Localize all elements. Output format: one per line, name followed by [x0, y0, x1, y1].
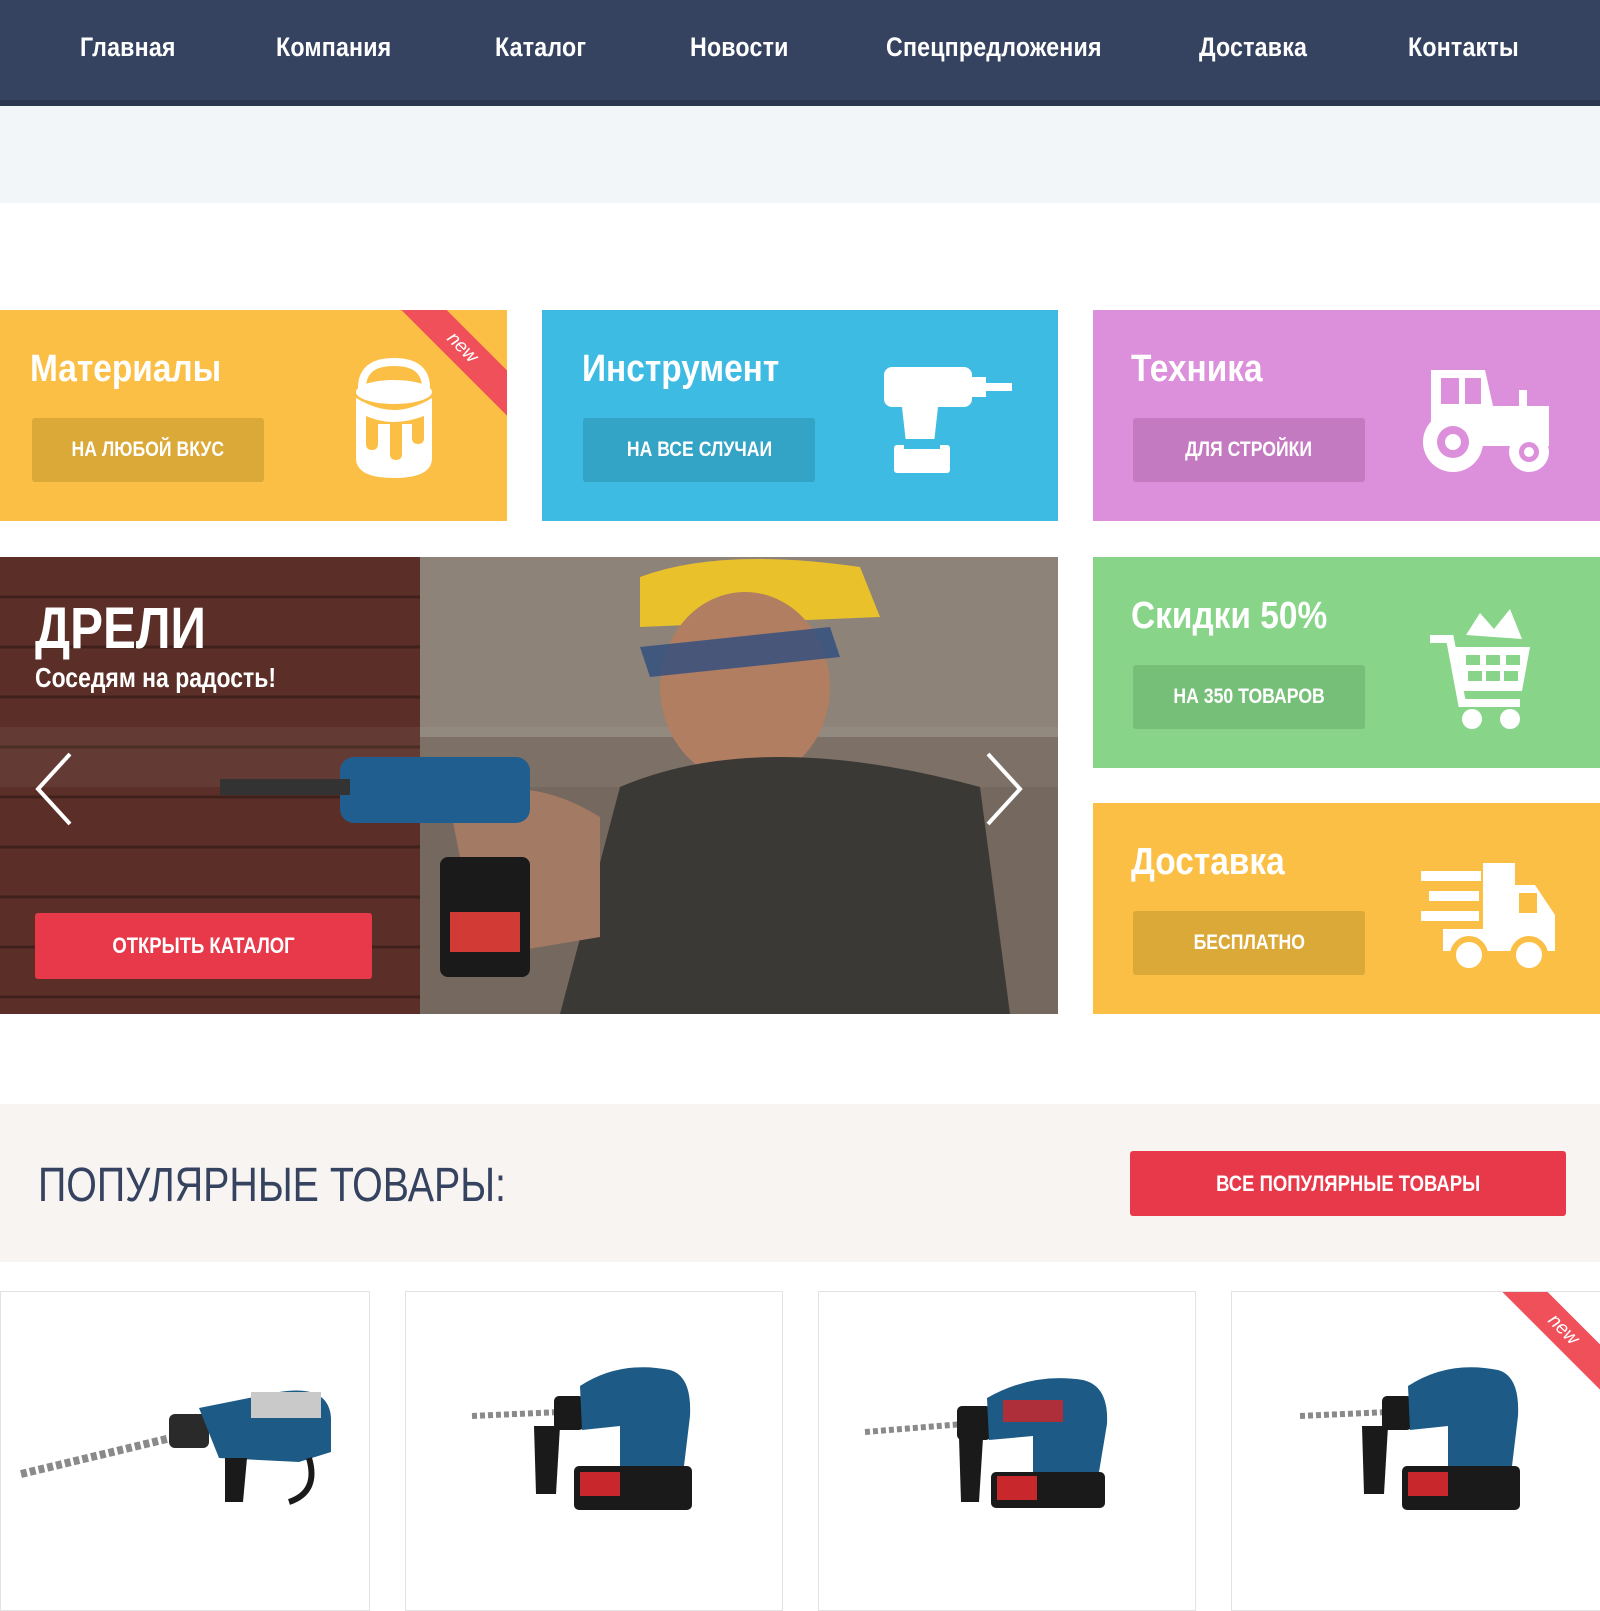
cordless-hammer-icon: [471, 1367, 692, 1510]
slider-next-arrow-icon[interactable]: [984, 752, 1024, 826]
nav-item-delivery[interactable]: Доставка: [1199, 32, 1307, 63]
open-catalog-button[interactable]: ОТКРЫТЬ КАТАЛОГ: [35, 913, 372, 979]
cordless-hammer-icon: [1299, 1367, 1520, 1510]
drill-icon: [884, 367, 1012, 473]
hero-title: ДРЕЛИ: [35, 596, 206, 661]
nav-item-news[interactable]: Новости: [690, 32, 789, 63]
tile-materials[interactable]: Материалы На любой вкус new: [0, 310, 507, 521]
truck-icon: [1421, 863, 1555, 973]
tile-materials-button[interactable]: На любой вкус: [32, 418, 264, 482]
tile-delivery[interactable]: Доставка Бесплатно: [1093, 803, 1600, 1014]
product-card[interactable]: [818, 1291, 1196, 1611]
hero-subtitle: Соседям на радость!: [35, 662, 277, 693]
tile-title: Скидки 50%: [1131, 595, 1328, 637]
cordless-hammer-icon: [864, 1378, 1108, 1508]
tractor-icon: [1423, 370, 1549, 472]
tile-title: Инструмент: [582, 348, 780, 390]
slider-prev-arrow-icon[interactable]: [34, 752, 74, 826]
top-navigation: Главная Компания Каталог Новости Спецпре…: [0, 0, 1600, 106]
rotary-hammer-icon: [20, 1390, 331, 1505]
tile-discounts[interactable]: Скидки 50% На 350 товаров: [1093, 557, 1600, 768]
nav-item-catalog[interactable]: Каталог: [495, 32, 586, 63]
new-badge: new: [1498, 1292, 1600, 1402]
product-card[interactable]: [0, 1291, 370, 1611]
nav-item-company[interactable]: Компания: [276, 32, 391, 63]
product-card[interactable]: new: [1231, 1291, 1600, 1611]
all-popular-button[interactable]: ВСЕ ПОПУЛЯРНЫЕ ТОВАРЫ: [1130, 1151, 1566, 1216]
popular-title: ПОПУЛЯРНЫЕ ТОВАРЫ:: [38, 1159, 506, 1212]
cart-icon: [1430, 609, 1530, 729]
new-badge: new: [397, 310, 507, 420]
tile-title: Доставка: [1131, 841, 1285, 883]
tile-title: Материалы: [30, 348, 222, 390]
tile-machinery-button[interactable]: Для стройки: [1133, 418, 1365, 482]
nav-item-home[interactable]: Главная: [80, 32, 176, 63]
nav-item-contacts[interactable]: Контакты: [1408, 32, 1519, 63]
hero-slider: ДРЕЛИ Соседям на радость! ОТКРЫТЬ КАТАЛО…: [0, 557, 1058, 1014]
product-card[interactable]: [405, 1291, 783, 1611]
tile-tools-button[interactable]: На все случаи: [583, 418, 815, 482]
nav-item-special-offers[interactable]: Спецпредложения: [886, 32, 1102, 63]
tile-delivery-button[interactable]: Бесплатно: [1133, 911, 1365, 975]
tile-title: Техника: [1131, 348, 1263, 390]
tile-discounts-button[interactable]: На 350 товаров: [1133, 665, 1365, 729]
subheader-band: [0, 106, 1600, 203]
tile-tools[interactable]: Инструмент На все случаи: [542, 310, 1058, 521]
popular-products-header: ПОПУЛЯРНЫЕ ТОВАРЫ: ВСЕ ПОПУЛЯРНЫЕ ТОВАРЫ: [0, 1104, 1600, 1262]
tile-machinery[interactable]: Техника Для стройки: [1093, 310, 1600, 521]
